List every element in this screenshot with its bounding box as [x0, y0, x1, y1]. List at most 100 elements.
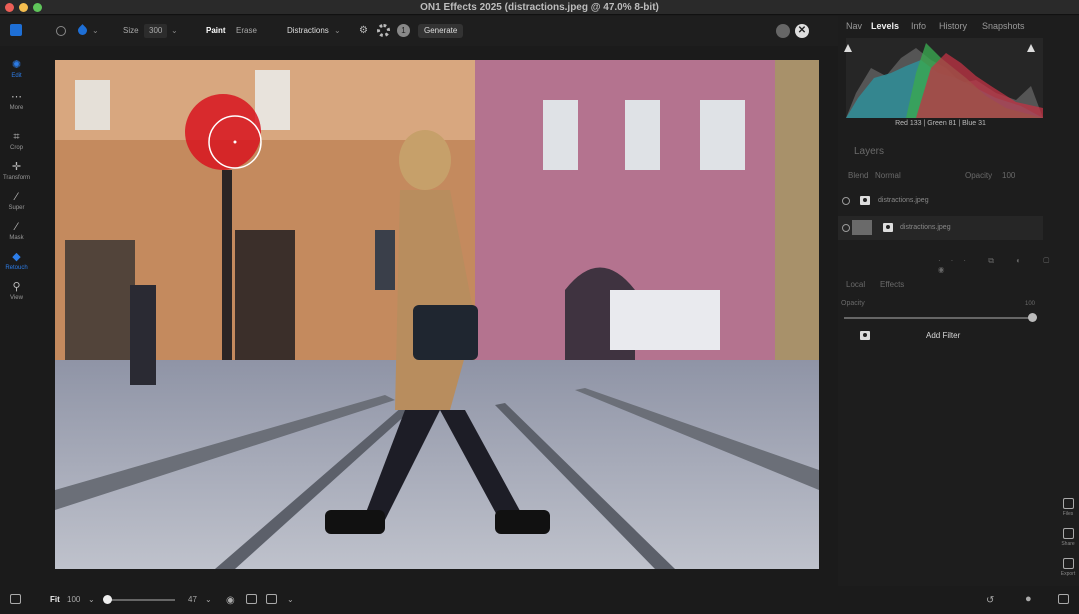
erase-button[interactable]: Erase: [236, 16, 257, 46]
layer-thumbnail: [852, 220, 872, 235]
toggle-right-panel-icon[interactable]: [1058, 594, 1069, 604]
tool-mask[interactable]: ⁄ Mask: [0, 222, 33, 242]
tool-label: View: [10, 295, 23, 301]
tab-local[interactable]: Local: [846, 280, 865, 289]
info-badge-icon[interactable]: 1: [397, 24, 410, 37]
size-chevron-icon[interactable]: ⌄: [171, 16, 178, 46]
van: [610, 290, 720, 350]
files-label: Files: [1062, 511, 1074, 517]
filter-opacity-knob[interactable]: [1028, 313, 1037, 322]
opacity-label: Opacity: [965, 171, 993, 180]
filter-mask-icon[interactable]: [860, 331, 870, 340]
levels-histogram: [846, 38, 1043, 118]
more-icon: ⋯: [11, 91, 22, 103]
layer-row[interactable]: distractions.jpeg: [838, 216, 1043, 240]
mode-chevron-icon[interactable]: ⌄: [334, 16, 341, 46]
filter-opacity-label: Opacity: [841, 300, 865, 307]
cancel-button[interactable]: ✕: [795, 24, 809, 38]
blend-label: Blend: [848, 171, 869, 180]
gear-icon[interactable]: [377, 24, 390, 37]
crop-icon: ⌗: [13, 131, 20, 143]
filter-opacity-slider[interactable]: [844, 317, 1036, 319]
tool-view[interactable]: ⚲ View: [0, 281, 33, 302]
retouch-icon: ◆: [12, 251, 21, 263]
zoom-slider-knob[interactable]: [103, 595, 112, 604]
tool-label: Retouch: [5, 265, 28, 271]
compare-icon[interactable]: [246, 594, 257, 604]
zoom-percent-button[interactable]: 100: [67, 595, 80, 604]
zoom-value: 47: [188, 595, 197, 604]
share-label: Share: [1061, 541, 1075, 547]
photo-canvas[interactable]: [55, 60, 819, 569]
tab-snapshots[interactable]: Snapshots: [982, 21, 1025, 31]
share-icon: [1062, 528, 1074, 539]
mode-dropdown[interactable]: Distractions: [287, 16, 329, 46]
add-filter-button[interactable]: Add Filter: [926, 331, 960, 340]
brush-shape-icon[interactable]: [56, 26, 66, 36]
tool-transform[interactable]: ✛ Transform: [0, 161, 33, 182]
visibility-eye-icon[interactable]: [842, 224, 850, 232]
layer-name: distractions.jpeg: [900, 224, 951, 231]
street-photo: [55, 60, 819, 569]
view-options-chevron-icon[interactable]: ⌄: [287, 595, 294, 604]
tool-super[interactable]: ⁄ Super: [0, 191, 33, 212]
size-label: Size: [123, 26, 139, 35]
blend-dropdown[interactable]: Normal: [875, 171, 901, 180]
right-panel: Nav Levels Info History Snapshots Red 13…: [838, 16, 1079, 614]
zoom-value-chevron-icon[interactable]: ⌄: [205, 595, 212, 604]
paint-button[interactable]: Paint: [206, 16, 226, 46]
tool-label: Mask: [9, 235, 24, 241]
edit-icon: ✺: [11, 59, 22, 71]
tool-label: Edit: [11, 73, 22, 79]
export-button[interactable]: Export: [1058, 558, 1078, 577]
files-button[interactable]: Files: [1058, 498, 1078, 517]
title-bar: ON1 Effects 2025 (distractions.jpeg @ 47…: [0, 0, 1079, 15]
tool-more[interactable]: ⋯ More: [0, 91, 33, 112]
help-icon[interactable]: ●: [1025, 593, 1032, 605]
rgb-readout: Red 133 | Green 81 | Blue 31: [895, 120, 986, 127]
view-icon: ⚲: [12, 281, 21, 293]
layer-actions[interactable]: ··· ⧉ ◐ ▢ ◉: [938, 256, 1079, 276]
zoom-slider[interactable]: [105, 599, 175, 601]
mask-view-icon[interactable]: [266, 594, 277, 604]
opacity-value[interactable]: 100: [1002, 171, 1015, 180]
woman-hair: [399, 130, 451, 190]
tab-levels[interactable]: Levels: [871, 21, 899, 31]
tool-edit[interactable]: ✺ Edit: [0, 59, 33, 80]
share-button[interactable]: Share: [1058, 528, 1078, 547]
tool-crop[interactable]: ⌗ Crop: [0, 131, 33, 152]
reset-icon[interactable]: ↺: [986, 595, 994, 606]
tab-effects[interactable]: Effects: [880, 280, 904, 289]
layer-row[interactable]: distractions.jpeg: [838, 189, 1043, 213]
filter-opacity-value: 100: [1025, 301, 1036, 307]
transform-icon: ✛: [11, 161, 22, 173]
toggle-left-panel-icon[interactable]: [10, 594, 21, 604]
preview-eye-icon[interactable]: ◉: [226, 595, 235, 606]
export-icon: [1062, 558, 1074, 569]
tab-history[interactable]: History: [939, 21, 967, 31]
layer-mask-icon: [860, 196, 870, 205]
fit-button[interactable]: Fit: [50, 595, 60, 604]
tool-label: Super: [8, 205, 25, 211]
zoom-chevron-icon[interactable]: ⌄: [88, 595, 95, 604]
chevron-down-icon[interactable]: ⌄: [92, 16, 99, 46]
super-brush-icon: ⁄: [15, 191, 18, 203]
clone-stamp-icon[interactable]: ⚙: [359, 25, 370, 36]
tool-retouch[interactable]: ◆ Retouch: [0, 251, 33, 272]
export-label: Export: [1060, 571, 1076, 577]
tool-sidebar: ✺ Edit ⋯ More ⌗ Crop ✛ Transform ⁄ Super…: [0, 46, 33, 586]
brush-mode-icon[interactable]: [76, 24, 89, 37]
tab-info[interactable]: Info: [911, 21, 926, 31]
tool-label: Transform: [2, 175, 31, 181]
visibility-eye-icon[interactable]: [842, 197, 850, 205]
tool-label: More: [9, 105, 24, 111]
layer-name: distractions.jpeg: [878, 197, 929, 204]
apply-button[interactable]: [776, 24, 790, 38]
tab-nav[interactable]: Nav: [846, 21, 862, 31]
app-logo-icon: [10, 24, 22, 36]
window-title: ON1 Effects 2025 (distractions.jpeg @ 47…: [420, 2, 659, 13]
generate-button[interactable]: Generate: [418, 24, 464, 38]
size-value-field[interactable]: 300: [144, 24, 168, 38]
retouch-brush-overlay: [185, 94, 261, 170]
layers-title: Layers: [854, 146, 885, 157]
